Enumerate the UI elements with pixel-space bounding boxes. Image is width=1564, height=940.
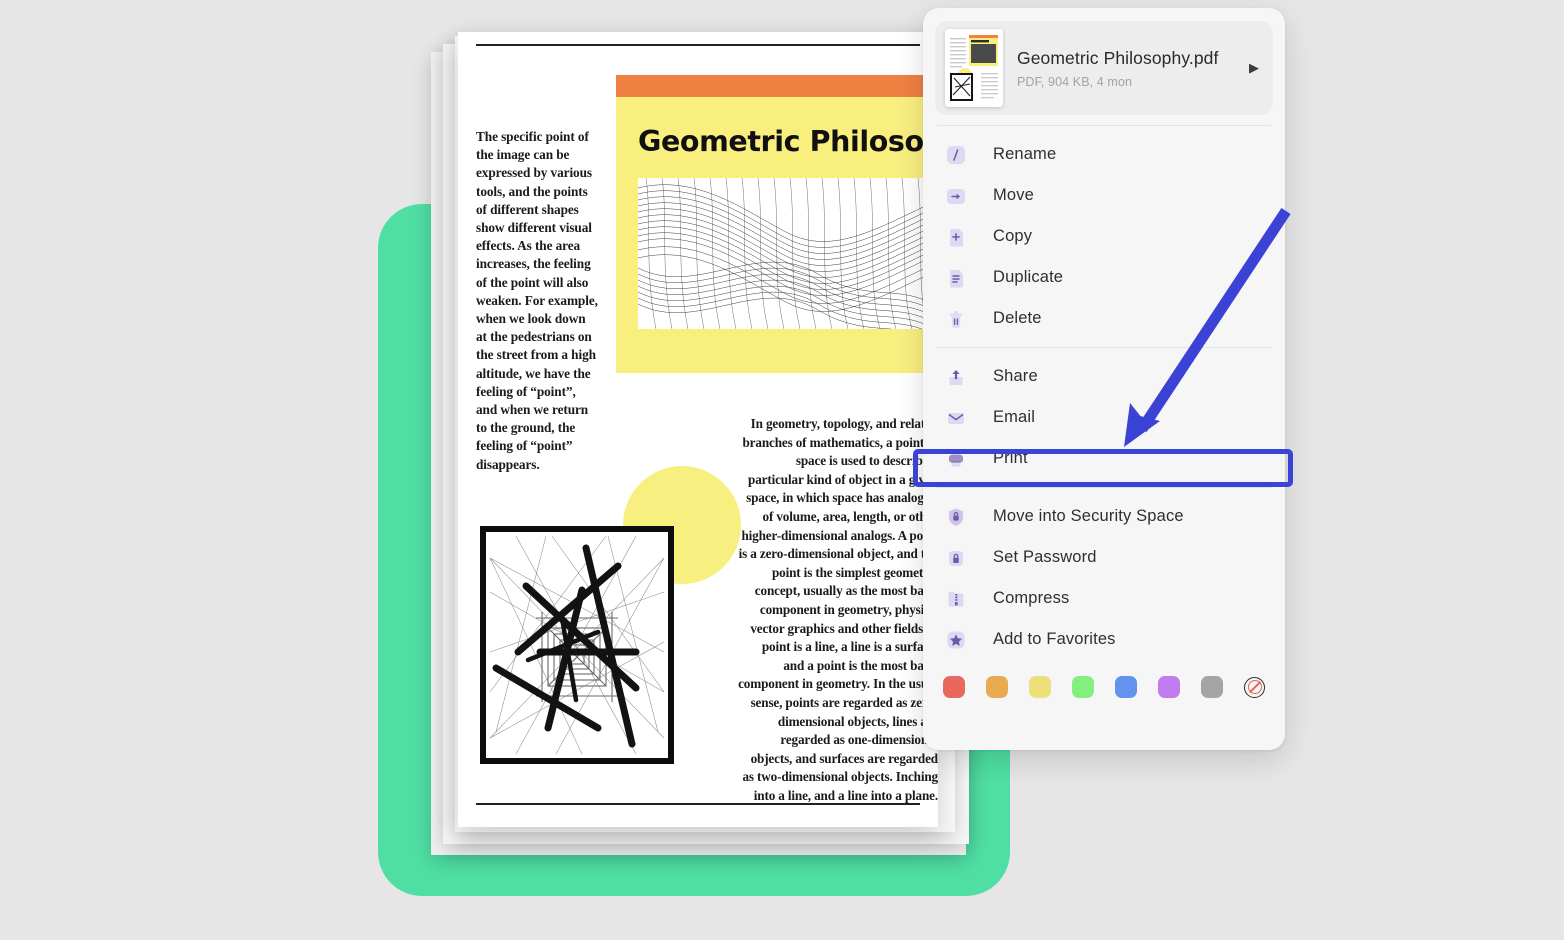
menu-item-copy[interactable]: Copy (923, 216, 1285, 257)
copy-icon (945, 226, 967, 248)
trash-icon (945, 308, 967, 330)
menu-item-label: Print (993, 449, 1028, 467)
document-header-accent-bar (616, 75, 938, 97)
shield-lock-icon (945, 506, 967, 528)
lock-icon (945, 547, 967, 569)
document-top-rule (476, 44, 920, 46)
document-hero-artwork (638, 178, 938, 329)
menu-group-share-actions: Share Email Print (923, 348, 1285, 487)
menu-item-rename[interactable]: Rename (923, 134, 1285, 175)
document-right-column: In geometry, topology, and related branc… (738, 416, 938, 803)
rename-icon (945, 144, 967, 166)
menu-group-file-actions: Rename Move Copy Duplicate Delete (923, 126, 1285, 347)
menu-item-email[interactable]: Email (923, 397, 1285, 438)
menu-item-label: Add to Favorites (993, 630, 1116, 648)
document-header-block: Geometric Philosophy (616, 75, 982, 373)
duplicate-icon (945, 267, 967, 289)
file-context-menu: Geometric Philosophy.pdf PDF, 904 KB, 4 … (923, 8, 1285, 750)
menu-item-label: Set Password (993, 548, 1097, 566)
menu-item-compress[interactable]: Compress (923, 578, 1285, 619)
tag-swatch-gray[interactable] (1201, 676, 1223, 698)
tag-color-swatch-row (923, 668, 1285, 708)
chevron-right-icon[interactable]: ▶ (1249, 60, 1263, 76)
tag-swatch-blue[interactable] (1115, 676, 1137, 698)
menu-item-label: Delete (993, 309, 1042, 327)
menu-item-label: Move into Security Space (993, 507, 1184, 525)
share-icon (945, 366, 967, 388)
menu-item-label: Copy (993, 227, 1033, 245)
document-framed-artwork (480, 526, 674, 764)
menu-item-label: Rename (993, 145, 1057, 163)
file-thumbnail (945, 29, 1003, 107)
tag-swatch-purple[interactable] (1158, 676, 1180, 698)
menu-item-label: Email (993, 408, 1036, 426)
document-left-column: The specific point of the image can be e… (476, 129, 598, 472)
menu-item-label: Move (993, 186, 1034, 204)
tag-swatch-orange[interactable] (986, 676, 1008, 698)
menu-item-move-into-security-space[interactable]: Move into Security Space (923, 496, 1285, 537)
star-icon (945, 629, 967, 651)
menu-item-move[interactable]: Move (923, 175, 1285, 216)
menu-item-print[interactable]: Print (923, 438, 1285, 479)
menu-group-security-actions: Move into Security Space Set Password Co… (923, 488, 1285, 668)
menu-item-add-to-favorites[interactable]: Add to Favorites (923, 619, 1285, 660)
tag-swatch-none-icon[interactable] (1244, 676, 1265, 698)
printer-icon (945, 448, 967, 470)
menu-item-set-password[interactable]: Set Password (923, 537, 1285, 578)
menu-item-label: Compress (993, 589, 1070, 607)
tag-swatch-red[interactable] (943, 676, 965, 698)
menu-item-label: Duplicate (993, 268, 1064, 286)
file-name: Geometric Philosophy.pdf (1017, 47, 1219, 68)
move-icon (945, 185, 967, 207)
menu-item-label: Share (993, 367, 1038, 385)
file-details: PDF, 904 KB, 4 mon (1017, 74, 1133, 89)
menu-item-share[interactable]: Share (923, 356, 1285, 397)
tag-swatch-yellow[interactable] (1029, 676, 1051, 698)
screenshot-root: Geometric Philosophy The specific point … (0, 0, 1564, 940)
zip-folder-icon (945, 588, 967, 610)
file-meta: Geometric Philosophy.pdf PDF, 904 KB, 4 … (1017, 48, 1249, 89)
file-info-card[interactable]: Geometric Philosophy.pdf PDF, 904 KB, 4 … (935, 21, 1273, 115)
tag-swatch-green[interactable] (1072, 676, 1094, 698)
menu-item-duplicate[interactable]: Duplicate (923, 257, 1285, 298)
envelope-icon (945, 407, 967, 429)
document-preview-page[interactable]: Geometric Philosophy The specific point … (458, 32, 982, 827)
menu-item-delete[interactable]: Delete (923, 298, 1285, 339)
